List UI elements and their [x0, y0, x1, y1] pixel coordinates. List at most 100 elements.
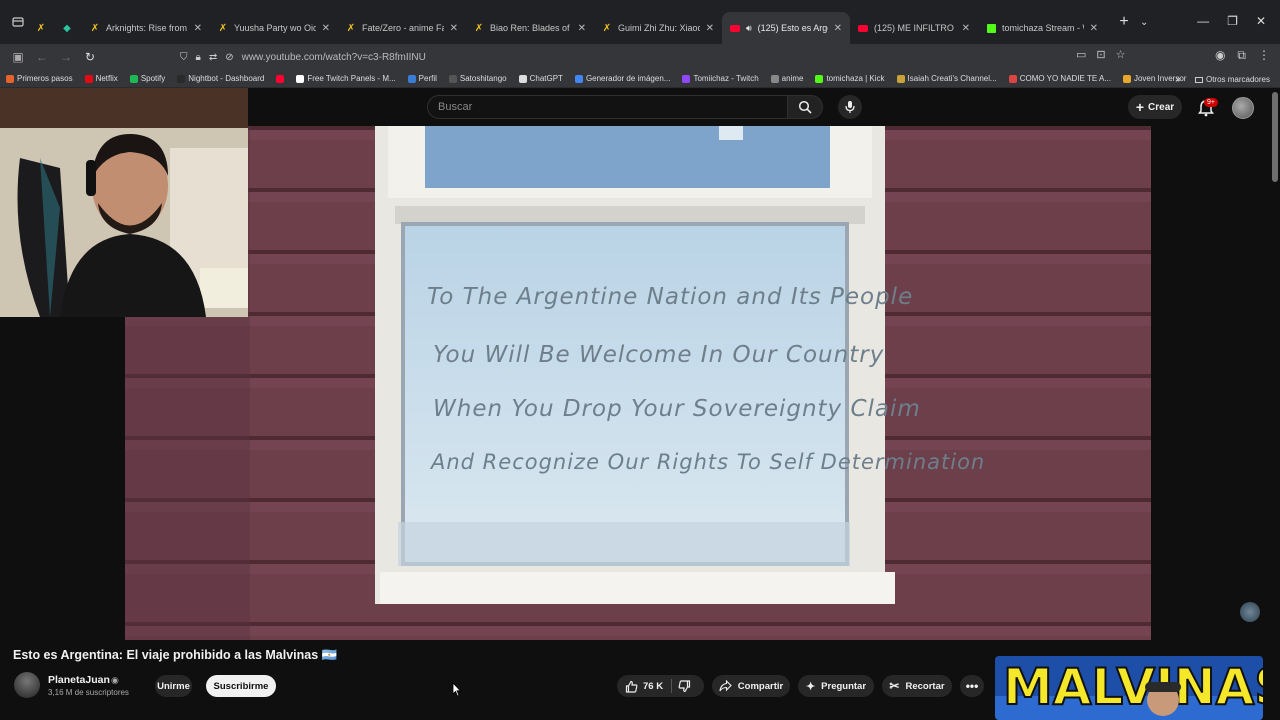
- close-tab-icon[interactable]: ✕: [322, 23, 330, 34]
- browser-tab[interactable]: ✗ Biao Ren: Blades of the G ✕: [466, 12, 594, 44]
- scissors-icon: ✂: [889, 679, 900, 693]
- recommended-video-thumbnail[interactable]: MALVINAS: [995, 656, 1263, 720]
- bookmark-item[interactable]: Tomiichaz - Twitch: [676, 74, 764, 83]
- bookmark-label: Spotify: [140, 74, 166, 83]
- bookmark-item[interactable]: Spotify: [124, 74, 171, 83]
- bookmark-item[interactable]: COMO YO NADIE TE A...: [1003, 74, 1117, 83]
- url-bar[interactable]: ⛉ 🔒︎ ⇄ ⊘ www.youtube.com/watch?v=c3-R8fm…: [180, 46, 1140, 68]
- browser-tab[interactable]: tomichaza Stream - Watc ✕: [978, 12, 1106, 44]
- bookmark-item[interactable]: Satoshitango: [443, 74, 513, 83]
- bookmark-label: ChatGPT: [529, 74, 563, 83]
- voice-search-button[interactable]: [838, 95, 862, 119]
- site-permissions-icon[interactable]: ⊘: [225, 52, 233, 63]
- sign-line-3: When You Drop Your Sovereignty Claim: [433, 396, 921, 422]
- cast-icon[interactable]: ▭: [1076, 48, 1086, 61]
- bookmark-label: Netflix: [95, 74, 118, 83]
- tab-label: (125) ME INFILTRO en un: [874, 23, 956, 33]
- create-button[interactable]: + Crear: [1128, 95, 1182, 119]
- bookmark-star-icon[interactable]: ☆: [1116, 48, 1126, 61]
- bookmark-item[interactable]: tomichaza | Kick: [809, 74, 890, 83]
- thumbs-down-icon: [678, 679, 691, 692]
- close-tab-icon[interactable]: ✕: [450, 23, 458, 34]
- restore-icon[interactable]: ❐: [1227, 14, 1238, 28]
- sign-line-2: You Will Be Welcome In Our Country: [433, 342, 884, 368]
- video-player[interactable]: To The Argentine Nation and Its People Y…: [125, 126, 1152, 640]
- close-tab-icon[interactable]: ✕: [1090, 23, 1098, 34]
- more-bookmarks-chevron-icon[interactable]: »: [1175, 74, 1181, 85]
- bookmark-item[interactable]: ChatGPT: [513, 74, 569, 83]
- bookmark-item[interactable]: Nightbot - Dashboard: [171, 74, 270, 83]
- channel-name[interactable]: PlanetaJuan: [48, 674, 110, 686]
- webcam-overlay: [0, 88, 248, 317]
- arknights-icon: ✗: [218, 22, 228, 34]
- speaker-icon[interactable]: 🔊︎: [746, 23, 752, 34]
- close-tab-icon[interactable]: ✕: [578, 23, 586, 34]
- bookmark-item[interactable]: Netflix: [79, 74, 124, 83]
- channel-avatar[interactable]: [14, 672, 40, 698]
- profile-icon[interactable]: ◉: [1215, 48, 1225, 63]
- subscribe-label: Suscribirme: [213, 680, 269, 692]
- forward-icon[interactable]: →: [54, 50, 78, 64]
- other-bookmarks[interactable]: Otros marcadores: [1189, 75, 1276, 84]
- bookmark-item[interactable]: Isaiah Creati's Channel...: [891, 74, 1003, 83]
- share-button[interactable]: Compartir: [712, 675, 790, 697]
- tab-active[interactable]: 🔊︎ (125) Esto es Argenti ✕: [722, 12, 850, 44]
- bookmark-item[interactable]: [270, 74, 290, 83]
- like-count: 76 K: [643, 680, 664, 692]
- tab-label: Arknights: Rise from Emb: [106, 23, 188, 33]
- more-actions-button[interactable]: •••: [960, 675, 984, 697]
- browser-tab[interactable]: ◆: [56, 12, 82, 44]
- arknights-icon: ✗: [90, 22, 100, 34]
- thumbnail-text: MALVINAS: [1003, 658, 1263, 716]
- new-tab-button[interactable]: +: [1114, 13, 1134, 31]
- install-icon[interactable]: ⊡: [1096, 48, 1105, 61]
- close-tab-icon[interactable]: ✕: [962, 23, 970, 34]
- close-tab-icon[interactable]: ✕: [194, 23, 202, 34]
- browser-tab[interactable]: ✗ Fate/Zero - anime Fate/Z ✕: [338, 12, 466, 44]
- join-button[interactable]: Unirme: [155, 675, 192, 697]
- bookmark-label: anime: [781, 74, 804, 83]
- search-placeholder: Buscar: [438, 101, 473, 113]
- back-icon[interactable]: ←: [30, 50, 54, 64]
- bookmark-label: Generador de imágen...: [585, 74, 671, 83]
- bookmark-item[interactable]: anime: [765, 74, 810, 83]
- shield-icon: ⛉: [180, 51, 188, 63]
- browser-tab[interactable]: ✗: [30, 12, 56, 44]
- page-scrollbar[interactable]: [1272, 92, 1278, 182]
- clip-button[interactable]: ✂ Recortar: [882, 675, 952, 697]
- browser-tab[interactable]: ✗ Yuusha Party wo Oidasar ✕: [210, 12, 338, 44]
- video-branding-avatar[interactable]: [1240, 602, 1260, 622]
- search-button[interactable]: [787, 95, 823, 119]
- tab-label: tomichaza Stream - Watc: [1002, 23, 1084, 33]
- notification-count-badge: 9+: [1204, 98, 1218, 107]
- dislike-button[interactable]: [678, 679, 691, 693]
- microphone-icon: [845, 101, 855, 113]
- subscribe-button[interactable]: Suscribirme: [206, 675, 276, 697]
- sidebar-toggle-icon[interactable]: ▣: [6, 50, 30, 64]
- url-text[interactable]: www.youtube.com/watch?v=c3-R8fmIINU: [242, 52, 426, 63]
- like-button[interactable]: 76 K: [617, 675, 663, 697]
- account-avatar[interactable]: [1232, 97, 1254, 119]
- close-tab-icon[interactable]: ✕: [834, 23, 842, 34]
- extensions-icon[interactable]: ⧉: [1237, 48, 1246, 63]
- minimize-icon[interactable]: —: [1197, 14, 1209, 28]
- close-tab-icon[interactable]: ✕: [706, 23, 714, 34]
- menu-icon[interactable]: ⋮: [1258, 48, 1270, 63]
- browser-tab[interactable]: ✗ Arknights: Rise from Emb ✕: [82, 12, 210, 44]
- bookmark-item[interactable]: Primeros pasos: [0, 74, 79, 83]
- browser-tab[interactable]: (125) ME INFILTRO en un ✕: [850, 12, 978, 44]
- ask-button[interactable]: ✦ Preguntar: [798, 675, 874, 697]
- video-title: Esto es Argentina: El viaje prohibido a …: [13, 648, 338, 662]
- lock-icon: 🔒︎: [195, 51, 201, 63]
- reload-icon[interactable]: ↻: [78, 50, 102, 64]
- search-input[interactable]: Buscar: [427, 95, 787, 119]
- close-window-icon[interactable]: ✕: [1256, 14, 1266, 28]
- bookmark-item[interactable]: Perfil: [402, 74, 443, 83]
- tab-search-icon[interactable]: [6, 10, 30, 34]
- bookmark-item[interactable]: Generador de imágen...: [569, 74, 677, 83]
- tab-list-chevron-icon[interactable]: ⌄: [1140, 17, 1148, 28]
- bookmark-favicon-icon: [574, 74, 583, 83]
- tune-icon[interactable]: ⇄: [209, 52, 217, 63]
- bookmark-item[interactable]: Free Twitch Panels - M...: [290, 74, 401, 83]
- browser-tab[interactable]: ✗ Guimi Zhi Zhu: Xiaochou ✕: [594, 12, 722, 44]
